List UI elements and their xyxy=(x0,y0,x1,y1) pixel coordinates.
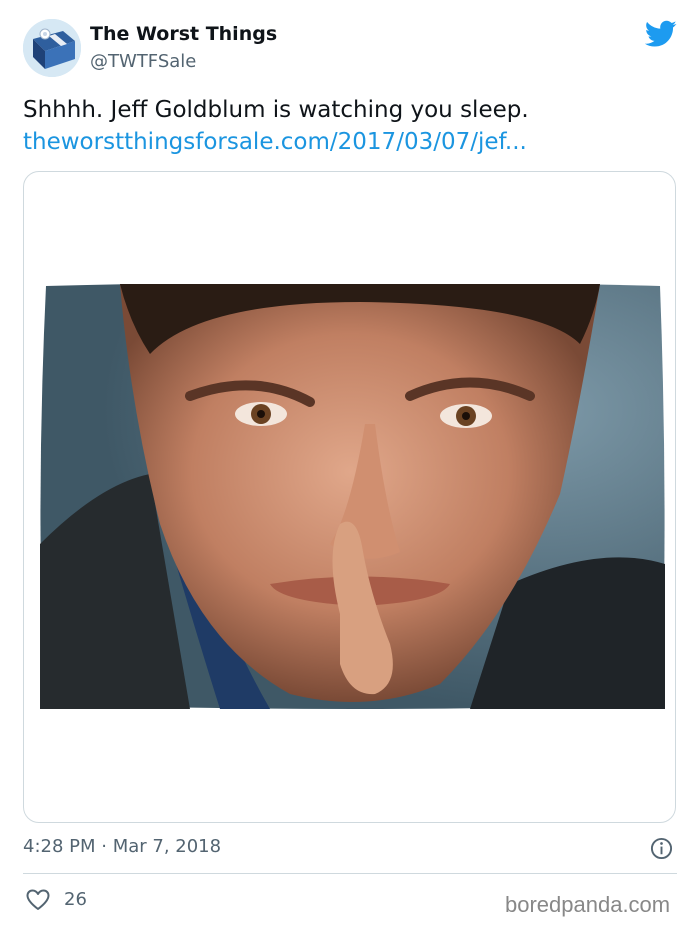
watermark: boredpanda.com xyxy=(505,892,671,917)
tweet-card: The Worst Things @TWTFSale Shhhh. Jeff G… xyxy=(0,0,700,927)
twitter-bird-icon[interactable] xyxy=(645,20,677,48)
like-count[interactable]: 26 xyxy=(64,889,87,910)
author-display-name[interactable]: The Worst Things xyxy=(90,23,277,45)
tweet-link[interactable]: theworstthingsforsale.com/2017/03/07/jef… xyxy=(23,126,527,158)
tweet-media[interactable] xyxy=(23,171,676,823)
author-avatar[interactable] xyxy=(23,19,81,77)
info-icon[interactable] xyxy=(650,837,673,860)
author-handle[interactable]: @TWTFSale xyxy=(90,51,196,72)
tweet-text: Shhhh. Jeff Goldblum is watching you sle… xyxy=(23,97,529,123)
divider xyxy=(23,873,677,874)
heart-icon[interactable] xyxy=(26,889,50,911)
pillow-photo-icon xyxy=(40,284,665,709)
tweet-timestamp[interactable]: 4:28 PM · Mar 7, 2018 xyxy=(23,836,221,857)
gift-box-icon xyxy=(23,19,81,77)
